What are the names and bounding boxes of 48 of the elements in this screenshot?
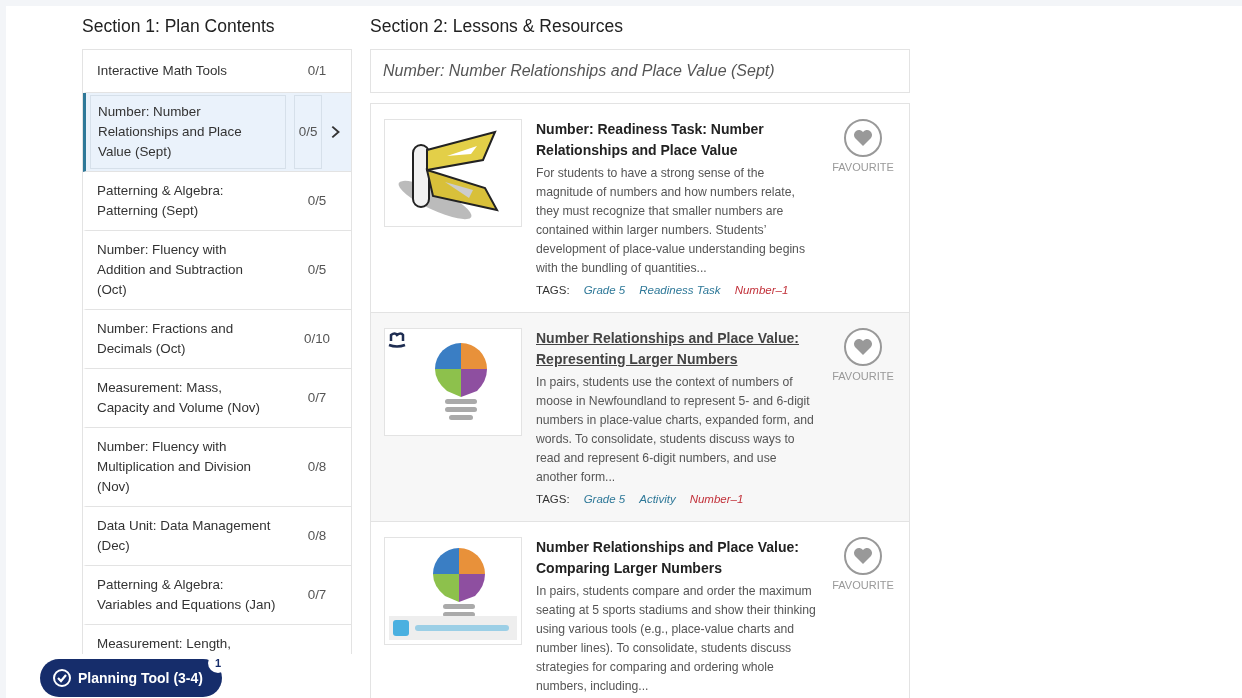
tag-link[interactable]: Grade 5 (583, 493, 626, 505)
resource-description: For students to have a strong sense of the magnitude of numbers and how numbers relate, they must recognize that smaller numbers are contained within larger numbers. Students’ development of place-value understanding begins with the bundling of quantities... (536, 165, 806, 277)
plan-item-count: 0/10 (302, 330, 332, 348)
resource-description: In pairs, students compare and order the maximum seating at 5 sports stadiums and show their thinking using various tools (e.g., place-value charts and number lines). To consolidate, students discuss strategies for comparing and ordering whole numbers, including... (536, 583, 816, 695)
favourite-button[interactable] (844, 328, 882, 366)
plan-item-count: 0/5 (306, 261, 328, 279)
favourite-label: FAVOURITE (832, 579, 894, 591)
section-heading: Section 2: Lessons & Resources (370, 16, 624, 37)
plan-item-count: 0/7 (306, 389, 328, 407)
plan-item-count: 0/8 (306, 458, 328, 476)
resource-title-link[interactable]: Number Relationships and Place Value: Comparing Larger Numbers (536, 537, 816, 579)
tags-label: TAGS: (536, 493, 570, 505)
plan-item-label: Data Unit: Data Management (Dec) (97, 517, 272, 555)
plan-item-label: Interactive Math Tools (97, 62, 228, 80)
plan-item-count: 0/5 (306, 192, 328, 210)
plan-item-label: Patterning & Algebra: Patterning (Sept) (97, 182, 225, 220)
plan-item-label: Number: Fluency with Addition and Subtraction (Oct) (97, 241, 244, 299)
heart-icon (853, 129, 873, 147)
favourite-button[interactable] (844, 119, 882, 157)
tag-link[interactable]: Activity (639, 493, 676, 505)
tag-link[interactable]: Number–1 (734, 284, 789, 296)
chevron-right-icon (330, 123, 341, 141)
resource-title-link[interactable]: Number: Readiness Task: Number Relationships and Place Value (536, 119, 816, 161)
plan-item-label: Patterning & Algebra: Variables and Equations (Jan) (97, 576, 277, 614)
plan-item-count: 0/7 (306, 586, 328, 604)
favourite-label: FAVOURITE (832, 370, 894, 382)
heart-icon (853, 547, 873, 565)
heart-icon (853, 338, 873, 356)
plan-item-label: Measurement: Mass, Capacity and Volume (Nov) (97, 379, 261, 417)
plan-item-label: Number: Fractions and Decimals (Oct) (97, 320, 235, 358)
favourite-label: FAVOURITE (832, 161, 894, 173)
check-circle-icon (52, 668, 72, 688)
tag-link[interactable]: Grade 5 (583, 284, 626, 296)
plan-item-count: 0/5 (294, 95, 323, 169)
plan-item-count: 0/8 (306, 527, 328, 545)
plan-item[interactable]: Number: Number Relationships and Place Value (Sept) 0/5 (83, 93, 351, 172)
favourite-button[interactable] (844, 537, 882, 575)
resource-title-link[interactable]: Number Relationships and Place Value: Representing Larger Numbers (536, 328, 816, 370)
tag-link[interactable]: Readiness Task (639, 284, 721, 296)
section-heading: Section 1: Plan Contents (82, 16, 276, 37)
plan-item-count: 0/1 (306, 62, 328, 80)
plan-item-label: Number: Number Relationships and Place Value (Sept) (90, 95, 286, 169)
resource-description: In pairs, students use the context of numbers of moose in Newfoundland to represent 5- and 6-digit numbers in place-value charts, expanded form, and words. To consolidate, students discuss ways to read and represent 6-digit numbers, and use another form... (536, 374, 815, 486)
tags-label: TAGS: (536, 284, 570, 296)
tag-link[interactable]: Number–1 (689, 493, 744, 505)
unit-title: Number: Number Relationships and Place Value (Sept) (370, 49, 910, 93)
plan-item-label: Number: Fluency with Multiplication and Division (Nov) (97, 438, 253, 496)
plan-item-label: Measurement: Length, (97, 635, 232, 653)
